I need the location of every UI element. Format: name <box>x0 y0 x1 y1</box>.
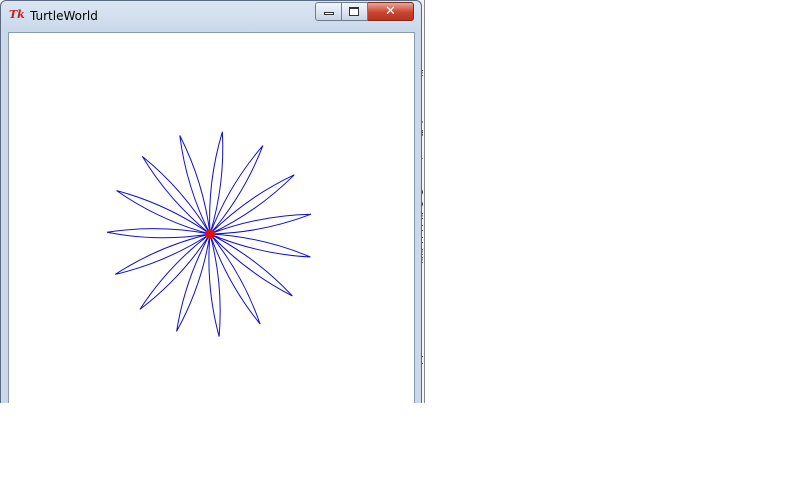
flower-petal <box>208 233 221 337</box>
minimize-icon <box>324 12 334 15</box>
turtle-canvas[interactable] <box>9 33 414 403</box>
tk-feather-icon: Tk <box>9 8 25 21</box>
window-title: TurtleWorld <box>30 9 98 23</box>
flower-petal <box>209 213 312 235</box>
minimize-button[interactable] <box>315 2 342 21</box>
turtle-icon <box>205 229 215 239</box>
flower-petal <box>139 233 211 310</box>
flower-petal <box>176 233 211 332</box>
flower-petal <box>106 228 211 239</box>
maximize-button[interactable] <box>342 2 368 21</box>
flower-petal <box>179 135 211 235</box>
turtleworld-window: Tk TurtleWorld ✕ <box>0 0 422 403</box>
turtle-canvas-area[interactable] <box>8 32 415 403</box>
close-button[interactable]: ✕ <box>368 2 414 21</box>
close-icon: ✕ <box>385 4 396 19</box>
maximize-icon <box>349 7 359 16</box>
title-bar[interactable]: Tk TurtleWorld ✕ <box>1 1 421 29</box>
window-controls: ✕ <box>315 2 414 22</box>
flower-petal <box>209 233 261 325</box>
desktop: e u a r v v e c c e e D Tk TurtleWorld <box>0 0 798 487</box>
